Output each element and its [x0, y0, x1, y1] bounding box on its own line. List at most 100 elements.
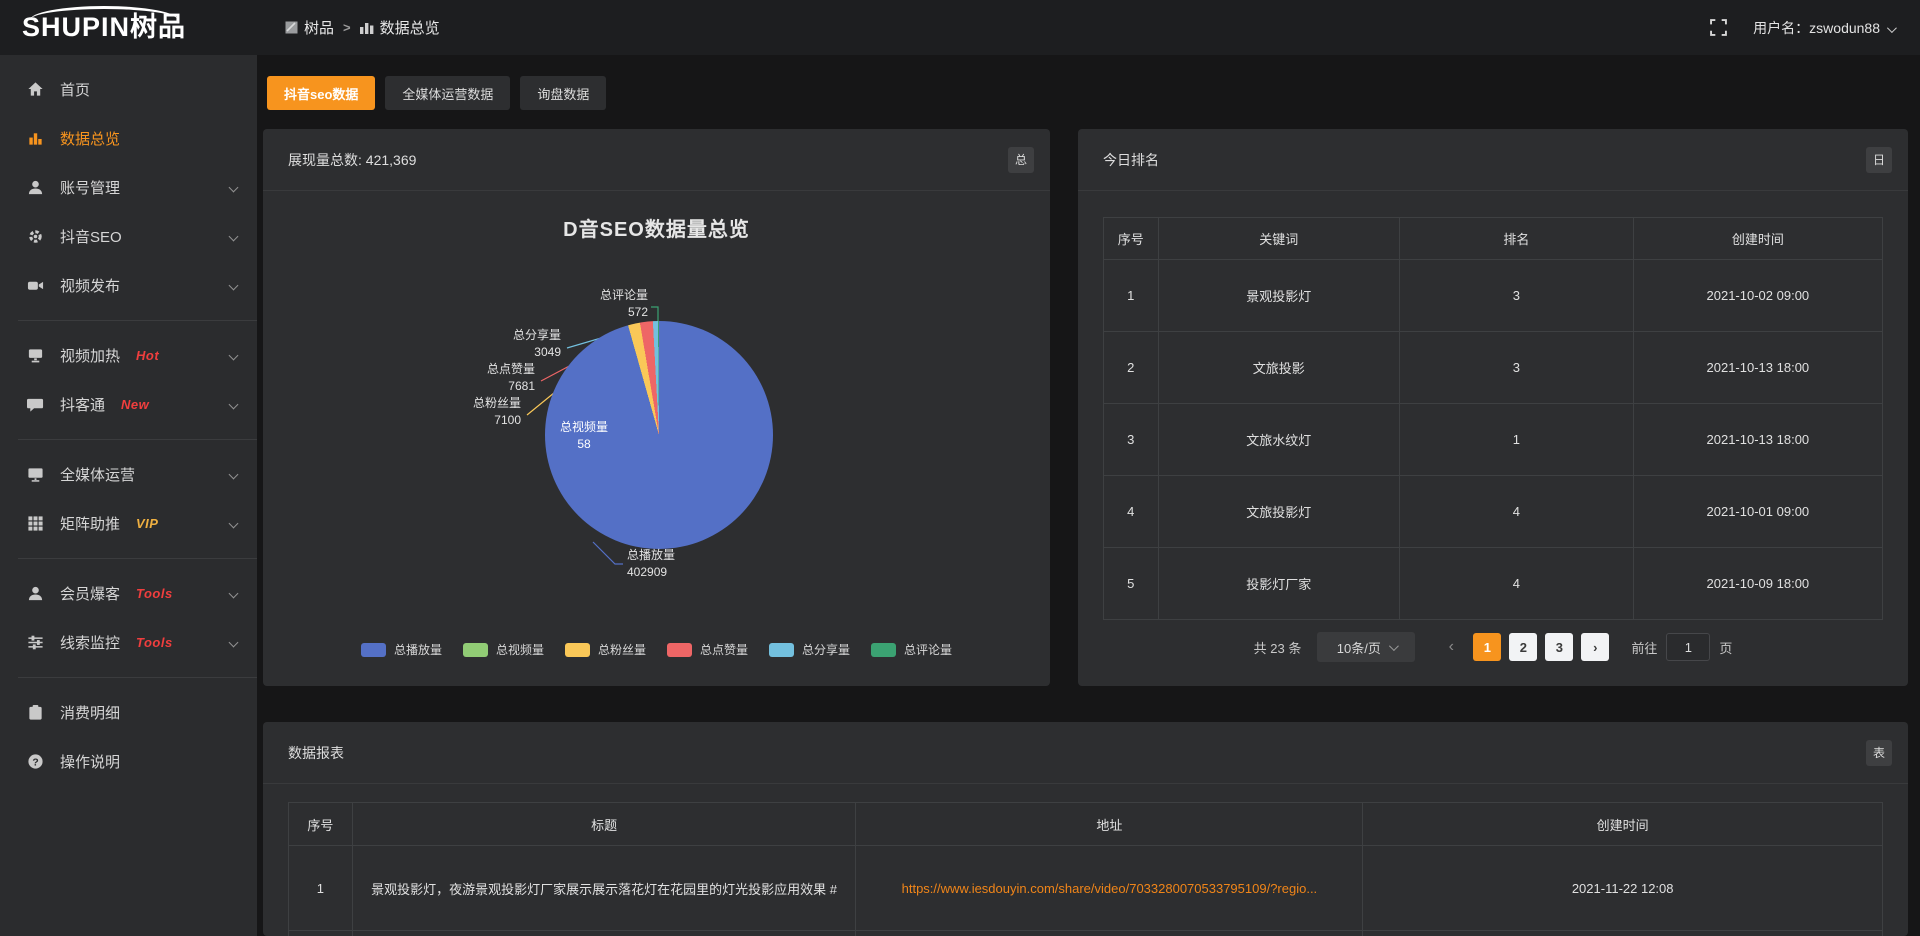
sidebar-item-spend-detail[interactable]: 消费明细 [0, 688, 257, 737]
report-panel-title: 数据报表 [288, 743, 344, 763]
report-link[interactable]: https://www.iesdouyin.com/share/video/70… [902, 881, 1318, 896]
legend-swatch [565, 643, 590, 657]
legend-item-comments[interactable]: 总评论量 [871, 641, 952, 658]
bar-chart-icon [360, 21, 374, 34]
video-camera-icon [26, 277, 45, 294]
sidebar-item-doukelton[interactable]: 抖客通 New [0, 380, 257, 429]
report-table: 序号 标题 地址 创建时间 1 景观投影灯，夜游景观投影灯厂家展示展示落花灯在花… [288, 802, 1883, 936]
sidebar-item-help[interactable]: ? 操作说明 [0, 737, 257, 786]
report-cell-title: 景观投影灯，夜游景观投影灯厂家展示展示落花灯在花园里的灯光投影应用效果 # [352, 846, 856, 931]
pie-label-shares: 总分享量3049 [491, 327, 561, 361]
rank-cell: 1 [1400, 404, 1634, 476]
pagination-total: 共 23 条 [1254, 638, 1302, 657]
next-page-button[interactable]: › [1581, 633, 1609, 661]
sidebar-item-lead-monitor[interactable]: 线索监控 Tools [0, 618, 257, 667]
pie-label-likes: 总点赞量7681 [465, 361, 535, 395]
tab-douyin-seo[interactable]: 抖音seo数据 [267, 76, 375, 110]
goto-page-input[interactable] [1666, 633, 1710, 661]
chevron-down-icon [229, 589, 239, 599]
sidebar-item-media-ops[interactable]: 全媒体运营 [0, 450, 257, 499]
report-cell-time: 2021-11-22 12:08 [1363, 846, 1883, 931]
legend-item-fans[interactable]: 总粉丝量 [565, 641, 646, 658]
fullscreen-icon[interactable] [1710, 19, 1727, 36]
rank-cell: 文旅投影 [1158, 332, 1399, 404]
vip-badge: VIP [136, 516, 158, 531]
sliders-icon [26, 634, 45, 651]
rank-cell: 2 [1104, 332, 1159, 404]
prev-page-button[interactable]: ‹ [1437, 633, 1465, 661]
rank-cell: 2021-10-01 09:00 [1633, 476, 1882, 548]
monitor-icon [26, 466, 45, 483]
legend-swatch [769, 643, 794, 657]
home-icon [26, 81, 45, 98]
rank-cell: 投影灯厂家 [1158, 548, 1399, 620]
table-badge-button[interactable]: 表 [1866, 740, 1892, 766]
rank-row: 5 投影灯厂家 4 2021-10-09 18:00 [1104, 548, 1883, 620]
page-button-3[interactable]: 3 [1545, 633, 1573, 661]
rank-panel-title: 今日排名 [1103, 150, 1159, 170]
sidebar-item-home[interactable]: 首页 [0, 65, 257, 114]
topbar: SHUPIN树品 树品 > 数据总览 用户名：zswodun88 [0, 0, 1920, 55]
goto-label: 前往 [1631, 638, 1657, 657]
day-badge-button[interactable]: 日 [1866, 147, 1892, 173]
breadcrumb-item-current[interactable]: 数据总览 [360, 17, 440, 38]
username-menu[interactable]: 用户名：zswodun88 [1753, 18, 1894, 38]
today-rank-panel: 今日排名 日 序号 关键词 排名 创建时间 1 景观投影灯 [1078, 129, 1908, 686]
tab-inquiry[interactable]: 询盘数据 [520, 76, 606, 110]
legend-item-likes[interactable]: 总点赞量 [667, 641, 748, 658]
sidebar-divider [18, 320, 257, 321]
rank-table: 序号 关键词 排名 创建时间 1 景观投影灯 3 2021-10-02 09:0… [1103, 217, 1883, 620]
chevron-down-icon [229, 470, 239, 480]
gear-icon [26, 228, 45, 245]
rank-cell: 景观投影灯 [1158, 260, 1399, 332]
page-button-1[interactable]: 1 [1473, 633, 1501, 661]
chevron-down-icon [1887, 23, 1897, 33]
rank-cell: 2021-10-09 18:00 [1633, 548, 1882, 620]
chevron-down-icon [229, 281, 239, 291]
tab-media-ops[interactable]: 全媒体运营数据 [385, 76, 510, 110]
goto-unit: 页 [1719, 638, 1732, 657]
rank-cell: 文旅水纹灯 [1158, 404, 1399, 476]
sidebar-item-account[interactable]: 账号管理 [0, 163, 257, 212]
seo-panel-header: 展现量总数: 421,369 总 [263, 129, 1050, 191]
topbar-right: 用户名：zswodun88 [1710, 18, 1920, 38]
legend-swatch [463, 643, 488, 657]
chat-bubble-icon [26, 396, 45, 413]
rank-row: 2 文旅投影 3 2021-10-13 18:00 [1104, 332, 1883, 404]
dashboard-icon [285, 21, 298, 34]
sidebar-item-member-tools[interactable]: 会员爆客 Tools [0, 569, 257, 618]
chevron-down-icon [229, 232, 239, 242]
legend-item-videos[interactable]: 总视频量 [463, 641, 544, 658]
sidebar-item-video-publish[interactable]: 视频发布 [0, 261, 257, 310]
sidebar-item-matrix-boost[interactable]: 矩阵助推 VIP [0, 499, 257, 548]
user-icon [26, 179, 45, 196]
impressions-total: 展现量总数: 421,369 [288, 150, 416, 170]
report-header-cell: 序号 [289, 803, 353, 846]
sidebar-item-video-heat[interactable]: 视频加热 Hot [0, 331, 257, 380]
rank-cell: 4 [1400, 476, 1634, 548]
chevron-down-icon [229, 351, 239, 361]
chevron-down-icon [229, 519, 239, 529]
rank-header-cell: 创建时间 [1633, 218, 1882, 260]
total-badge-button[interactable]: 总 [1008, 147, 1034, 173]
rank-row: 4 文旅投影灯 4 2021-10-01 09:00 [1104, 476, 1883, 548]
data-tabs: 抖音seo数据 全媒体运营数据 询盘数据 [267, 76, 606, 110]
rank-cell: 3 [1400, 332, 1634, 404]
tools-badge: Tools [136, 635, 173, 650]
legend-item-shares[interactable]: 总分享量 [769, 641, 850, 658]
svg-text:?: ? [32, 757, 38, 768]
pagination: 共 23 条 10条/页 ‹ 1 2 3 › 前往 页 [1103, 632, 1883, 662]
report-header-cell: 地址 [856, 803, 1363, 846]
sidebar-divider [18, 439, 257, 440]
page-size-select[interactable]: 10条/页 [1317, 632, 1415, 662]
report-row-partial [289, 931, 1883, 936]
sidebar-item-data-overview[interactable]: 数据总览 [0, 114, 257, 163]
rank-cell: 2021-10-13 18:00 [1633, 332, 1882, 404]
page-button-2[interactable]: 2 [1509, 633, 1537, 661]
sidebar-item-douyin-seo[interactable]: 抖音SEO [0, 212, 257, 261]
chevron-down-icon [229, 183, 239, 193]
pie-label-comments: 总评论量572 [578, 287, 648, 321]
breadcrumb-item-root[interactable]: 树品 [285, 17, 334, 38]
legend-item-plays[interactable]: 总播放量 [361, 641, 442, 658]
breadcrumb: 树品 > 数据总览 [285, 17, 440, 38]
